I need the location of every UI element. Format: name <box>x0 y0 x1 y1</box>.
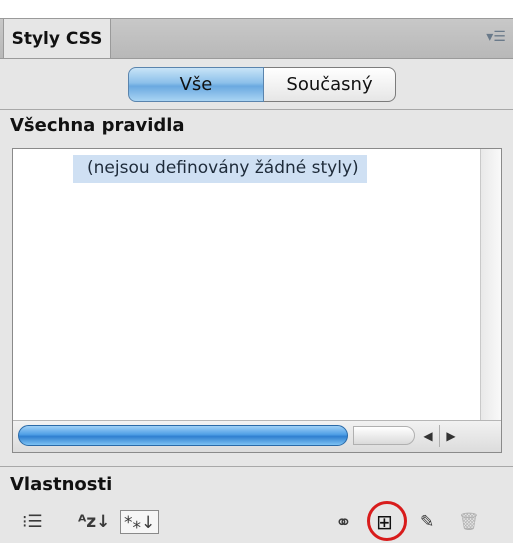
vertical-scrollbar[interactable] <box>480 149 501 421</box>
trash-icon[interactable]: 🗑 <box>458 510 480 534</box>
scroll-left-arrow-icon[interactable]: ◀ <box>417 425 440 447</box>
attach-stylesheet-icon[interactable]: ⚭ <box>335 510 352 534</box>
divider <box>0 109 513 110</box>
tab-css-styles-label: Styly CSS <box>11 28 103 49</box>
toggle-all-label: Vše <box>179 74 213 95</box>
rules-list[interactable]: (nejsou definovány žádné styly) ◀ ▶ <box>12 148 502 453</box>
divider <box>0 466 513 467</box>
properties-heading: Vlastnosti <box>10 474 113 495</box>
set-properties-icon[interactable]: *⁎↓ <box>120 510 160 534</box>
all-rules-heading: Všechna pravidla <box>10 115 185 136</box>
empty-rules-message: (nejsou definovány žádné styly) <box>73 155 367 183</box>
alpha-list-view-icon[interactable]: ᴬᴢ↓ <box>78 510 110 534</box>
toggle-all-button[interactable]: Vše <box>128 67 264 102</box>
horizontal-scrollbar[interactable]: ◀ ▶ <box>13 420 501 452</box>
scroll-track-end <box>353 426 415 445</box>
category-view-icon[interactable]: ⁝☰ <box>22 510 43 534</box>
scroll-right-arrow-icon[interactable]: ▶ <box>440 425 462 447</box>
highlight-circle <box>367 501 407 541</box>
horizontal-scroll-thumb[interactable] <box>18 425 348 446</box>
tab-css-styles[interactable]: Styly CSS <box>3 18 111 58</box>
toggle-current-button[interactable]: Současný <box>264 67 396 102</box>
css-styles-panel: Styly CSS ▾☰ Vše Současný Všechna pravid… <box>0 0 513 543</box>
panel-menu-icon[interactable]: ▾☰ <box>485 28 507 46</box>
edit-pencil-icon[interactable]: ✎ <box>420 510 434 534</box>
toggle-current-label: Současný <box>286 74 373 95</box>
